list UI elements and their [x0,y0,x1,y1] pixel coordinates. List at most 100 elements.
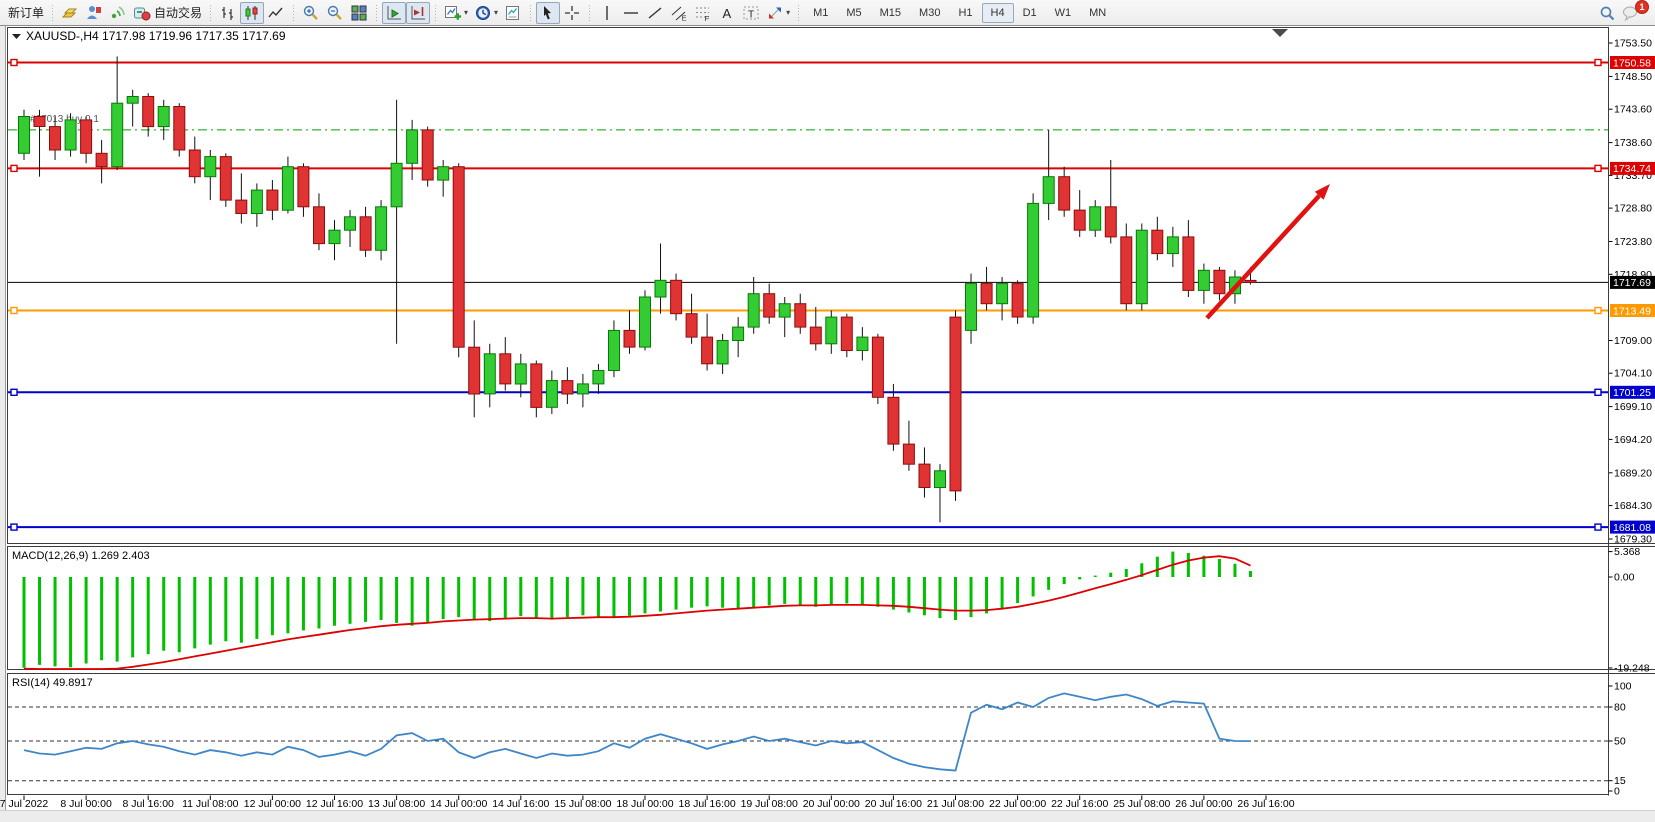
candlestick [65,113,76,156]
line-handle[interactable] [1595,524,1601,530]
chart-shift-button[interactable] [406,2,430,24]
price-tick-label: 1699.10 [1614,401,1652,413]
chevron-down-icon: ▾ [464,8,468,17]
horizontal-line-button[interactable] [619,2,643,24]
toolbar-grip [208,4,213,22]
price-tick-label: 1684.30 [1614,500,1652,512]
timeframe-m15-button[interactable]: M15 [871,3,910,23]
date-tick-label: 11 Jul 08:00 [182,798,239,810]
search-button[interactable] [1595,2,1619,24]
price-tick-label: 1748.50 [1614,71,1652,83]
chevron-down-icon: ▾ [494,8,498,17]
timeframe-h4-button[interactable]: H4 [982,3,1014,23]
signals-button[interactable] [106,2,130,24]
candlestick [950,310,961,501]
indicators-button[interactable]: ▾ [441,2,471,24]
line-handle[interactable] [11,308,17,314]
signal-icon [109,4,127,22]
chart-background [0,26,1655,810]
timeframe-m5-button[interactable]: M5 [837,3,870,23]
ingots-icon [61,4,79,22]
auto-scroll-button[interactable] [382,2,406,24]
timeframe-mn-button[interactable]: MN [1080,3,1115,23]
date-tick-label: 7 Jul 2022 [0,798,48,810]
rsi-label: RSI(14) 49.8917 [12,677,93,689]
chat-button[interactable]: 1 [1619,2,1643,24]
date-tick-label: 19 Jul 08:00 [741,798,798,810]
price-tick-label: 1704.10 [1614,368,1652,380]
macd-axis-label: -19.248 [1614,663,1650,675]
crosshair-button[interactable] [560,2,584,24]
vertical-line-button[interactable] [595,2,619,24]
channel-icon: E [670,4,688,22]
date-tick-label: 12 Jul 16:00 [306,798,363,810]
date-tick-label: 20 Jul 00:00 [803,798,860,810]
macd-axis-label: 0.00 [1614,572,1635,584]
line-handle[interactable] [1595,60,1601,66]
status-strip [0,810,1655,822]
zoom-out-button[interactable] [323,2,347,24]
linechart-icon [267,4,285,22]
line-handle[interactable] [1595,389,1601,395]
line-handle[interactable] [11,60,17,66]
rsi-axis-label: 0 [1614,786,1620,798]
timeframe-w1-button[interactable]: W1 [1046,3,1081,23]
trader-icon [85,4,103,22]
chart-area: #67013 buy 0.11753.501748.501743.601738.… [0,0,1655,822]
chart-candles-button[interactable] [240,2,264,24]
timeframe-h1-button[interactable]: H1 [949,3,981,23]
line-handle[interactable] [1595,308,1601,314]
candlestick [671,274,682,321]
chart-bars-button[interactable] [216,2,240,24]
candlestick [1121,224,1132,311]
date-tick-label: 8 Jul 16:00 [123,798,175,810]
auto-trading-button[interactable]: 自动交易 [130,2,205,24]
equidistant-channel-button[interactable]: E [667,2,691,24]
zoomin-icon [302,4,320,22]
zoomout-icon [326,4,344,22]
new-order-label: 新订单 [8,4,44,21]
price-tick-label: 1743.60 [1614,104,1652,116]
price-tick-label: 1709.00 [1614,335,1652,347]
candlestick [640,290,651,350]
timeframe-m30-button[interactable]: M30 [910,3,949,23]
line-handle[interactable] [11,165,17,171]
ingots-button[interactable] [58,2,82,24]
chart-title: XAUUSD-,H4 1717.98 1719.96 1717.35 1717.… [26,29,286,43]
price-badge-label: 1717.69 [1613,277,1651,289]
new-order-button[interactable]: 新订单 [2,2,47,24]
fibonacci-button[interactable]: F [691,2,715,24]
candlestick [422,127,433,187]
date-tick-label: 18 Jul 16:00 [678,798,735,810]
time-axis[interactable]: 7 Jul 20228 Jul 00:008 Jul 16:0011 Jul 0… [0,796,1295,811]
text-button[interactable]: A [715,2,739,24]
arrows-button[interactable]: ▾ [763,2,793,24]
trendline-icon [646,4,664,22]
candlestick [220,153,231,207]
periods-icon [474,4,492,22]
timeframe-m1-button[interactable]: M1 [804,3,837,23]
tile-windows-button[interactable] [347,2,371,24]
community-button[interactable] [82,2,106,24]
vline-icon [598,4,616,22]
svg-text:A: A [723,6,732,21]
labelT-icon: T [742,4,760,22]
price-tick-label: 1679.30 [1614,534,1652,546]
toolbar-grip [796,4,801,22]
date-tick-label: 18 Jul 00:00 [616,798,673,810]
timeframe-d1-button[interactable]: D1 [1014,3,1046,23]
line-handle[interactable] [11,389,17,395]
templates-button[interactable] [501,2,525,24]
date-tick-label: 22 Jul 00:00 [989,798,1046,810]
zoom-in-button[interactable] [299,2,323,24]
cursor-button[interactable] [536,2,560,24]
tiles-icon [350,4,368,22]
line-handle[interactable] [1595,165,1601,171]
line-handle[interactable] [11,524,17,530]
text-label-button[interactable]: T [739,2,763,24]
trendline-button[interactable] [643,2,667,24]
date-tick-label: 26 Jul 00:00 [1175,798,1232,810]
notification-badge: 1 [1635,0,1649,14]
periods-button[interactable]: ▾ [471,2,501,24]
chart-line-button[interactable] [264,2,288,24]
